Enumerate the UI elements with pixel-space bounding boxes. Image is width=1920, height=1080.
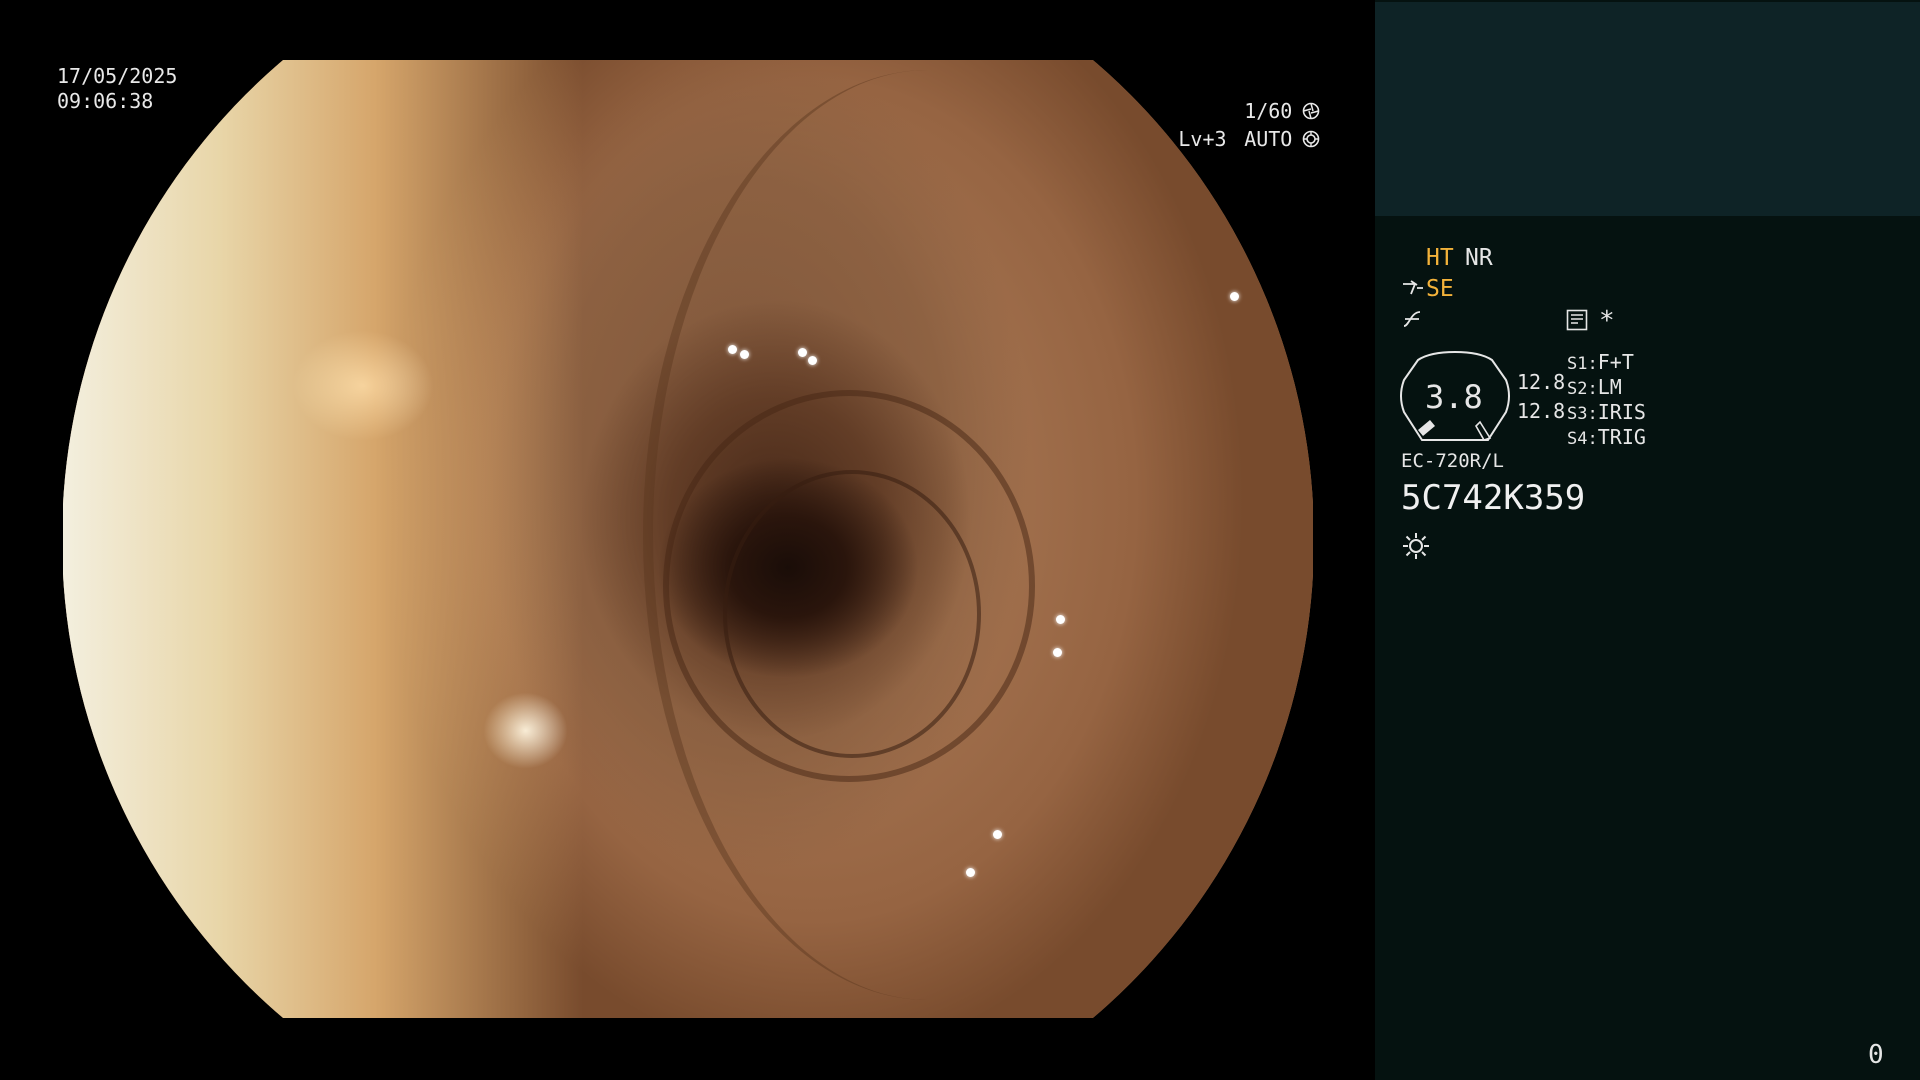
level-readout: Lv+3 AUTO bbox=[1160, 127, 1320, 151]
light-reflection bbox=[1230, 292, 1239, 301]
mucosal-fold bbox=[723, 470, 981, 758]
curve-icon bbox=[1403, 311, 1421, 327]
scope-serial: 5C742K359 bbox=[1401, 478, 1586, 518]
light-reflection bbox=[966, 868, 975, 877]
image-highlight-region bbox=[63, 60, 583, 1018]
scope-model: EC-720R/L bbox=[1401, 450, 1504, 472]
scope-tool-icon bbox=[1403, 280, 1423, 295]
switch-key: S4 bbox=[1567, 429, 1588, 449]
ht-indicator: HT bbox=[1426, 245, 1454, 271]
light-reflection bbox=[728, 345, 737, 354]
nr-indicator: NR bbox=[1465, 245, 1493, 271]
keypad-icon bbox=[1566, 309, 1588, 331]
sun-icon bbox=[1403, 533, 1429, 559]
info-panel bbox=[1375, 0, 1920, 1080]
frame-counter: 0 bbox=[1868, 1040, 1884, 1070]
time-readout: 09:06:38 bbox=[57, 89, 154, 113]
light-reflection bbox=[798, 348, 807, 357]
value-bottom: 12.8 bbox=[1517, 399, 1566, 423]
se-indicator: SE bbox=[1426, 276, 1454, 302]
switch-row-s1: S1:F+T bbox=[1567, 350, 1634, 374]
endoscope-view: 17/05/2025 09:06:38 1/60 Lv+3 AUTO bbox=[0, 0, 1375, 1080]
level-label: Lv+3 bbox=[1178, 127, 1227, 151]
aperture-icon bbox=[1302, 102, 1320, 120]
light-reflection bbox=[1053, 648, 1062, 657]
date-readout: 17/05/2025 bbox=[57, 64, 178, 88]
switch-key: S1 bbox=[1567, 354, 1588, 374]
asterisk-icon: * bbox=[1599, 306, 1615, 336]
shutter-readout: 1/60 bbox=[1210, 99, 1320, 123]
switch-row-s2: S2:LM bbox=[1567, 375, 1622, 399]
zoom-value: 3.8 bbox=[1425, 378, 1483, 416]
target-icon bbox=[1302, 130, 1320, 148]
switch-value: LM bbox=[1597, 375, 1622, 399]
switch-row-s4: S4:TRIG bbox=[1567, 425, 1646, 449]
mode-label: AUTO bbox=[1244, 127, 1293, 151]
light-reflection bbox=[993, 830, 1002, 839]
thumbnail-area bbox=[1375, 2, 1920, 216]
value-top: 12.8 bbox=[1517, 370, 1566, 394]
switch-value: TRIG bbox=[1597, 425, 1646, 449]
light-reflection bbox=[740, 350, 749, 359]
endoscopic-image bbox=[63, 60, 1313, 1018]
switch-row-s3: S3:IRIS bbox=[1567, 400, 1646, 424]
switch-value: F+T bbox=[1597, 350, 1634, 374]
switch-key: S2 bbox=[1567, 379, 1588, 399]
switch-list: S1:F+T S2:LM S3:IRIS S4:TRIG bbox=[1567, 348, 1646, 449]
switch-value: IRIS bbox=[1597, 400, 1646, 424]
light-reflection bbox=[808, 356, 817, 365]
switch-key: S3 bbox=[1567, 404, 1588, 424]
light-reflection bbox=[1056, 615, 1065, 624]
shutter-value: 1/60 bbox=[1244, 99, 1293, 123]
